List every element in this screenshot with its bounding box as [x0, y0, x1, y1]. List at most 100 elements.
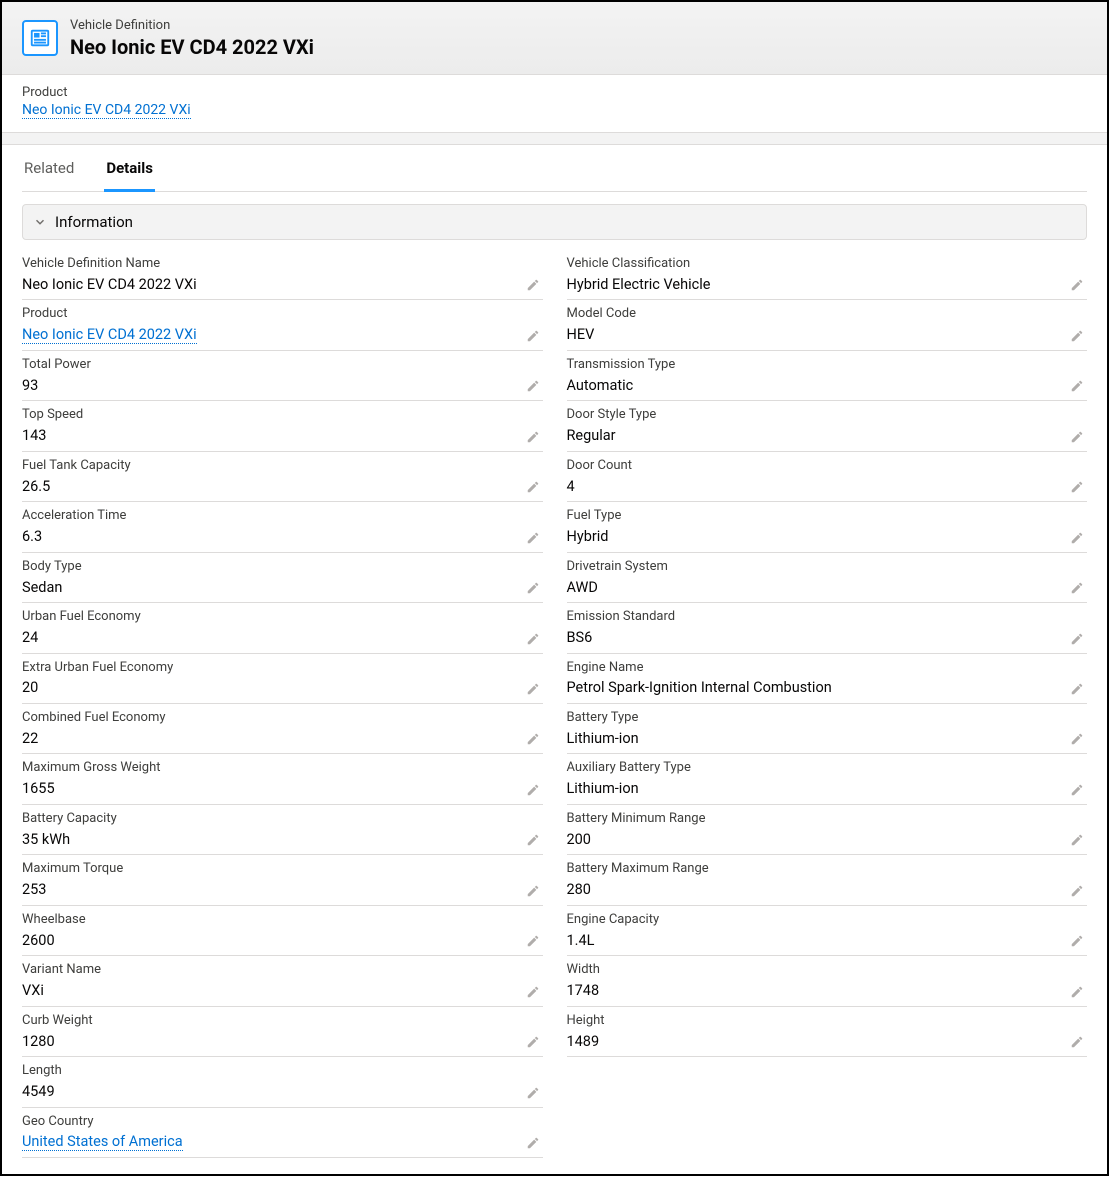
pencil-icon	[1070, 480, 1084, 494]
field-value: 22	[22, 729, 543, 749]
edit-button-engine-name[interactable]	[1069, 681, 1085, 697]
field-length: Length4549	[22, 1057, 543, 1107]
tab-details[interactable]: Details	[104, 145, 155, 192]
edit-button-fuel-tank-capacity[interactable]	[525, 479, 541, 495]
field-label: Fuel Tank Capacity	[22, 458, 543, 475]
edit-button-combined-fuel-economy[interactable]	[525, 731, 541, 747]
edit-button-battery-capacity[interactable]	[525, 832, 541, 848]
section-information-header[interactable]: Information	[22, 204, 1087, 240]
field-value: 4	[567, 477, 1088, 497]
pencil-icon	[526, 1035, 540, 1049]
edit-button-auxiliary-battery-type[interactable]	[1069, 782, 1085, 798]
pencil-icon	[526, 329, 540, 343]
field-label: Emission Standard	[567, 609, 1088, 626]
field-value: Neo Ionic EV CD4 2022 VXi	[22, 275, 543, 295]
field-emission-standard: Emission Standard BS6	[567, 603, 1088, 653]
edit-button-curb-weight[interactable]	[525, 1034, 541, 1050]
field-variant-name: Variant NameVXi	[22, 956, 543, 1006]
edit-button-transmission-type[interactable]	[1069, 378, 1085, 394]
field-value: Regular	[567, 426, 1088, 446]
field-value: 24	[22, 628, 543, 648]
edit-button-length[interactable]	[525, 1085, 541, 1101]
field-label: Battery Maximum Range	[567, 861, 1088, 878]
edit-button-vehicle-definition-name[interactable]	[525, 277, 541, 293]
field-value: 1280	[22, 1032, 543, 1052]
pencil-icon	[1070, 278, 1084, 292]
field-link-geo-country[interactable]: United States of America	[22, 1133, 183, 1151]
pencil-icon	[1070, 783, 1084, 797]
pencil-icon	[526, 934, 540, 948]
edit-button-battery-type[interactable]	[1069, 731, 1085, 747]
field-door-style-type: Door Style TypeRegular	[567, 401, 1088, 451]
field-value: AWD	[567, 578, 1088, 598]
field-label: Total Power	[22, 357, 543, 374]
field-label: Engine Name	[567, 660, 1088, 677]
compact-product-link[interactable]: Neo Ionic EV CD4 2022 VXi	[22, 102, 191, 119]
field-battery-maximum-range: Battery Maximum Range 280	[567, 855, 1088, 905]
pencil-icon	[1070, 884, 1084, 898]
field-value: 1.4L	[567, 931, 1088, 951]
field-model-code: Model CodeHEV	[567, 300, 1088, 350]
field-engine-capacity: Engine Capacity1.4L	[567, 906, 1088, 956]
edit-button-model-code[interactable]	[1069, 328, 1085, 344]
field-transmission-type: Transmission TypeAutomatic	[567, 351, 1088, 401]
field-value: 4549	[22, 1082, 543, 1102]
pencil-icon	[1070, 732, 1084, 746]
field-battery-capacity: Battery Capacity35 kWh	[22, 805, 543, 855]
section-information-title: Information	[55, 213, 133, 231]
pencil-icon	[526, 632, 540, 646]
edit-button-variant-name[interactable]	[525, 984, 541, 1000]
edit-button-maximum-gross-weight[interactable]	[525, 782, 541, 798]
pencil-icon	[526, 884, 540, 898]
pencil-icon	[526, 581, 540, 595]
edit-button-height[interactable]	[1069, 1034, 1085, 1050]
field-label: Maximum Gross Weight	[22, 760, 543, 777]
field-value: 26.5	[22, 477, 543, 497]
edit-button-top-speed[interactable]	[525, 429, 541, 445]
edit-button-wheelbase[interactable]	[525, 933, 541, 949]
field-value: Sedan	[22, 578, 543, 598]
field-link-product[interactable]: Neo Ionic EV CD4 2022 VXi	[22, 326, 197, 344]
edit-button-width[interactable]	[1069, 984, 1085, 1000]
pencil-icon	[1070, 833, 1084, 847]
edit-button-engine-capacity[interactable]	[1069, 933, 1085, 949]
edit-button-battery-minimum-range[interactable]	[1069, 832, 1085, 848]
edit-button-fuel-type[interactable]	[1069, 530, 1085, 546]
edit-button-body-type[interactable]	[525, 580, 541, 596]
field-label: Drivetrain System	[567, 559, 1088, 576]
field-value: Hybrid	[567, 527, 1088, 547]
edit-button-door-style-type[interactable]	[1069, 429, 1085, 445]
pencil-icon	[526, 833, 540, 847]
tab-related[interactable]: Related	[22, 145, 76, 192]
edit-button-total-power[interactable]	[525, 378, 541, 394]
edit-button-product[interactable]	[525, 328, 541, 344]
field-value: 1489	[567, 1032, 1088, 1052]
field-label: Width	[567, 962, 1088, 979]
field-urban-fuel-economy: Urban Fuel Economy24	[22, 603, 543, 653]
edit-button-maximum-torque[interactable]	[525, 883, 541, 899]
field-label: Body Type	[22, 559, 543, 576]
edit-button-vehicle-classification[interactable]	[1069, 277, 1085, 293]
field-top-speed: Top Speed143	[22, 401, 543, 451]
record-type-label: Vehicle Definition	[70, 18, 314, 35]
field-label: Geo Country	[22, 1114, 543, 1131]
pencil-icon	[1070, 329, 1084, 343]
field-value: Automatic	[567, 376, 1088, 396]
field-vehicle-classification: Vehicle ClassificationHybrid Electric Ve…	[567, 250, 1088, 300]
field-value: 93	[22, 376, 543, 396]
edit-button-drivetrain-system[interactable]	[1069, 580, 1085, 596]
edit-button-urban-fuel-economy[interactable]	[525, 631, 541, 647]
field-value: 2600	[22, 931, 543, 951]
page-header: Vehicle Definition Neo Ionic EV CD4 2022…	[2, 2, 1107, 75]
edit-button-door-count[interactable]	[1069, 479, 1085, 495]
edit-button-acceleration-time[interactable]	[525, 530, 541, 546]
field-geo-country: Geo Country United States of America	[22, 1108, 543, 1158]
field-value: BS6	[567, 628, 1088, 648]
field-value: Petrol Spark-Ignition Internal Combustio…	[567, 678, 1088, 698]
pencil-icon	[526, 379, 540, 393]
field-value: 280	[567, 880, 1088, 900]
edit-button-emission-standard[interactable]	[1069, 631, 1085, 647]
edit-button-battery-maximum-range[interactable]	[1069, 883, 1085, 899]
edit-button-extra-urban-fuel-economy[interactable]	[525, 681, 541, 697]
edit-button-geo-country[interactable]	[525, 1135, 541, 1151]
